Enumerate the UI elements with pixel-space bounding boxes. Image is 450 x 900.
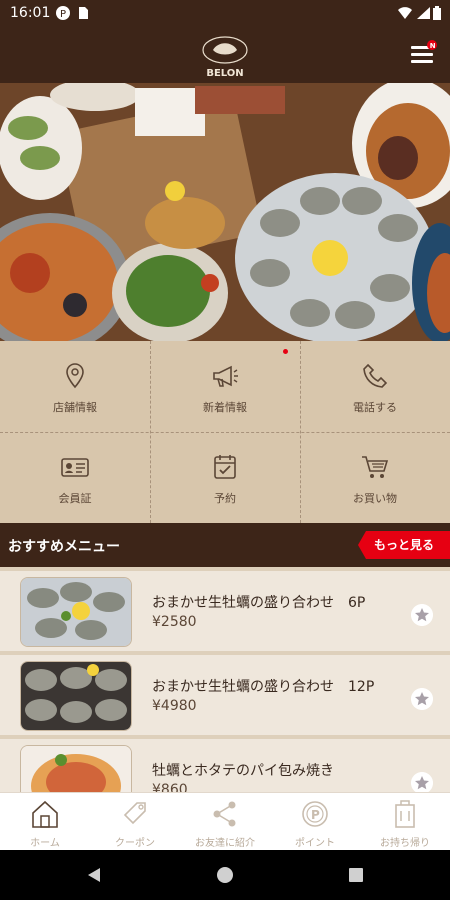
share-icon (213, 801, 236, 827)
nav-home-label: ホーム (30, 838, 60, 849)
nav-refer-friend-label: お友達に紹介 (195, 838, 255, 849)
hero-food-image (0, 83, 450, 341)
oyster-thumbnail (20, 661, 132, 731)
point-icon: P (302, 801, 328, 827)
menu-reservation[interactable]: 予約 (150, 432, 300, 523)
list-item[interactable]: 牡蠣とホタテのパイ包み焼き ¥860 (0, 739, 450, 792)
bottom-nav: ホーム クーポン お友達に紹介 P ポイント お持ち帰り (0, 792, 450, 851)
phone-icon (363, 363, 388, 388)
member-card-icon (61, 458, 89, 477)
sim-card-icon (79, 7, 88, 19)
nav-takeout-label: お持ち帰り (380, 838, 430, 849)
nav-coupon[interactable]: クーポン (90, 793, 180, 851)
menu-member-card-label: 会員証 (58, 492, 92, 505)
p-notification-icon: P (56, 6, 70, 20)
takeout-icon (395, 800, 415, 828)
nav-takeout[interactable]: お持ち帰り (360, 793, 450, 851)
nav-coupon-label: クーポン (115, 838, 155, 849)
wifi-icon (398, 7, 412, 19)
list-item[interactable]: おまかせ生牡蠣の盛り合わせ 12P ¥4980 (0, 655, 450, 735)
item-price: ¥4980 (152, 698, 197, 714)
belon-logo: BELON (202, 36, 248, 79)
menu-store-info-label: 店舗情報 (53, 401, 97, 414)
hamburger-menu-icon[interactable]: N (408, 39, 438, 69)
item-price: ¥2580 (152, 614, 197, 630)
nav-refer-friend[interactable]: お友達に紹介 (180, 793, 270, 851)
item-name: おまかせ生牡蠣の盛り合わせ 6P (152, 595, 366, 611)
back-icon[interactable] (85, 866, 103, 884)
svg-text:P: P (311, 808, 320, 822)
menu-member-card[interactable]: 会員証 (0, 432, 150, 523)
nav-home[interactable]: ホーム (0, 793, 90, 851)
favorite-star-icon[interactable] (411, 688, 433, 710)
app-header: BELON N (0, 27, 450, 83)
quick-menu-grid: 店舗情報 新着情報 電話する 会員証 予約 お買い物 (0, 341, 450, 523)
menu-call[interactable]: 電話する (300, 341, 450, 432)
item-name: 牡蠣とホタテのパイ包み焼き (152, 763, 334, 779)
megaphone-icon (213, 365, 238, 387)
svg-text:P: P (60, 9, 66, 20)
list-item[interactable]: おまかせ生牡蠣の盛り合わせ 6P ¥2580 (0, 571, 450, 651)
favorite-star-icon[interactable] (411, 604, 433, 626)
news-unread-dot (283, 349, 288, 354)
menu-call-label: 電話する (353, 401, 397, 414)
favorite-star-icon[interactable] (411, 772, 433, 792)
item-price: ¥860 (152, 782, 188, 792)
recents-icon[interactable] (347, 866, 365, 884)
menu-shopping[interactable]: お買い物 (300, 432, 450, 523)
menu-shopping-label: お買い物 (353, 492, 397, 505)
svg-text:BELON: BELON (206, 68, 243, 79)
recommend-list: おまかせ生牡蠣の盛り合わせ 6P ¥2580 おまかせ生牡蠣の盛り合わせ 12P… (0, 567, 450, 792)
nav-point-label: ポイント (295, 838, 335, 849)
more-button[interactable]: もっと見る (358, 531, 450, 559)
system-nav-bar (0, 850, 450, 900)
menu-news[interactable]: 新着情報 (150, 341, 300, 432)
reservation-icon (214, 455, 236, 479)
oyster-thumbnail (20, 577, 132, 647)
nav-point[interactable]: P ポイント (270, 793, 360, 851)
menu-store-info[interactable]: 店舗情報 (0, 341, 150, 432)
location-pin-icon (66, 363, 84, 389)
home-circle-icon[interactable] (216, 866, 234, 884)
item-name: おまかせ生牡蠣の盛り合わせ 12P (152, 679, 375, 695)
shopping-cart-icon (362, 456, 389, 478)
menu-news-label: 新着情報 (203, 401, 247, 414)
home-icon (32, 800, 58, 828)
menu-new-badge: N (430, 42, 436, 50)
recommend-title: おすすめメニュー (8, 539, 120, 555)
battery-icon (433, 6, 441, 20)
menu-reservation-label: 予約 (214, 492, 236, 505)
signal-icon (417, 7, 430, 19)
recommend-header: おすすめメニュー もっと見る (0, 523, 450, 567)
status-time: 16:01 (10, 5, 51, 21)
pie-dish-thumbnail (20, 745, 132, 792)
status-bar: 16:01 P (0, 0, 450, 27)
coupon-tag-icon (123, 802, 146, 825)
